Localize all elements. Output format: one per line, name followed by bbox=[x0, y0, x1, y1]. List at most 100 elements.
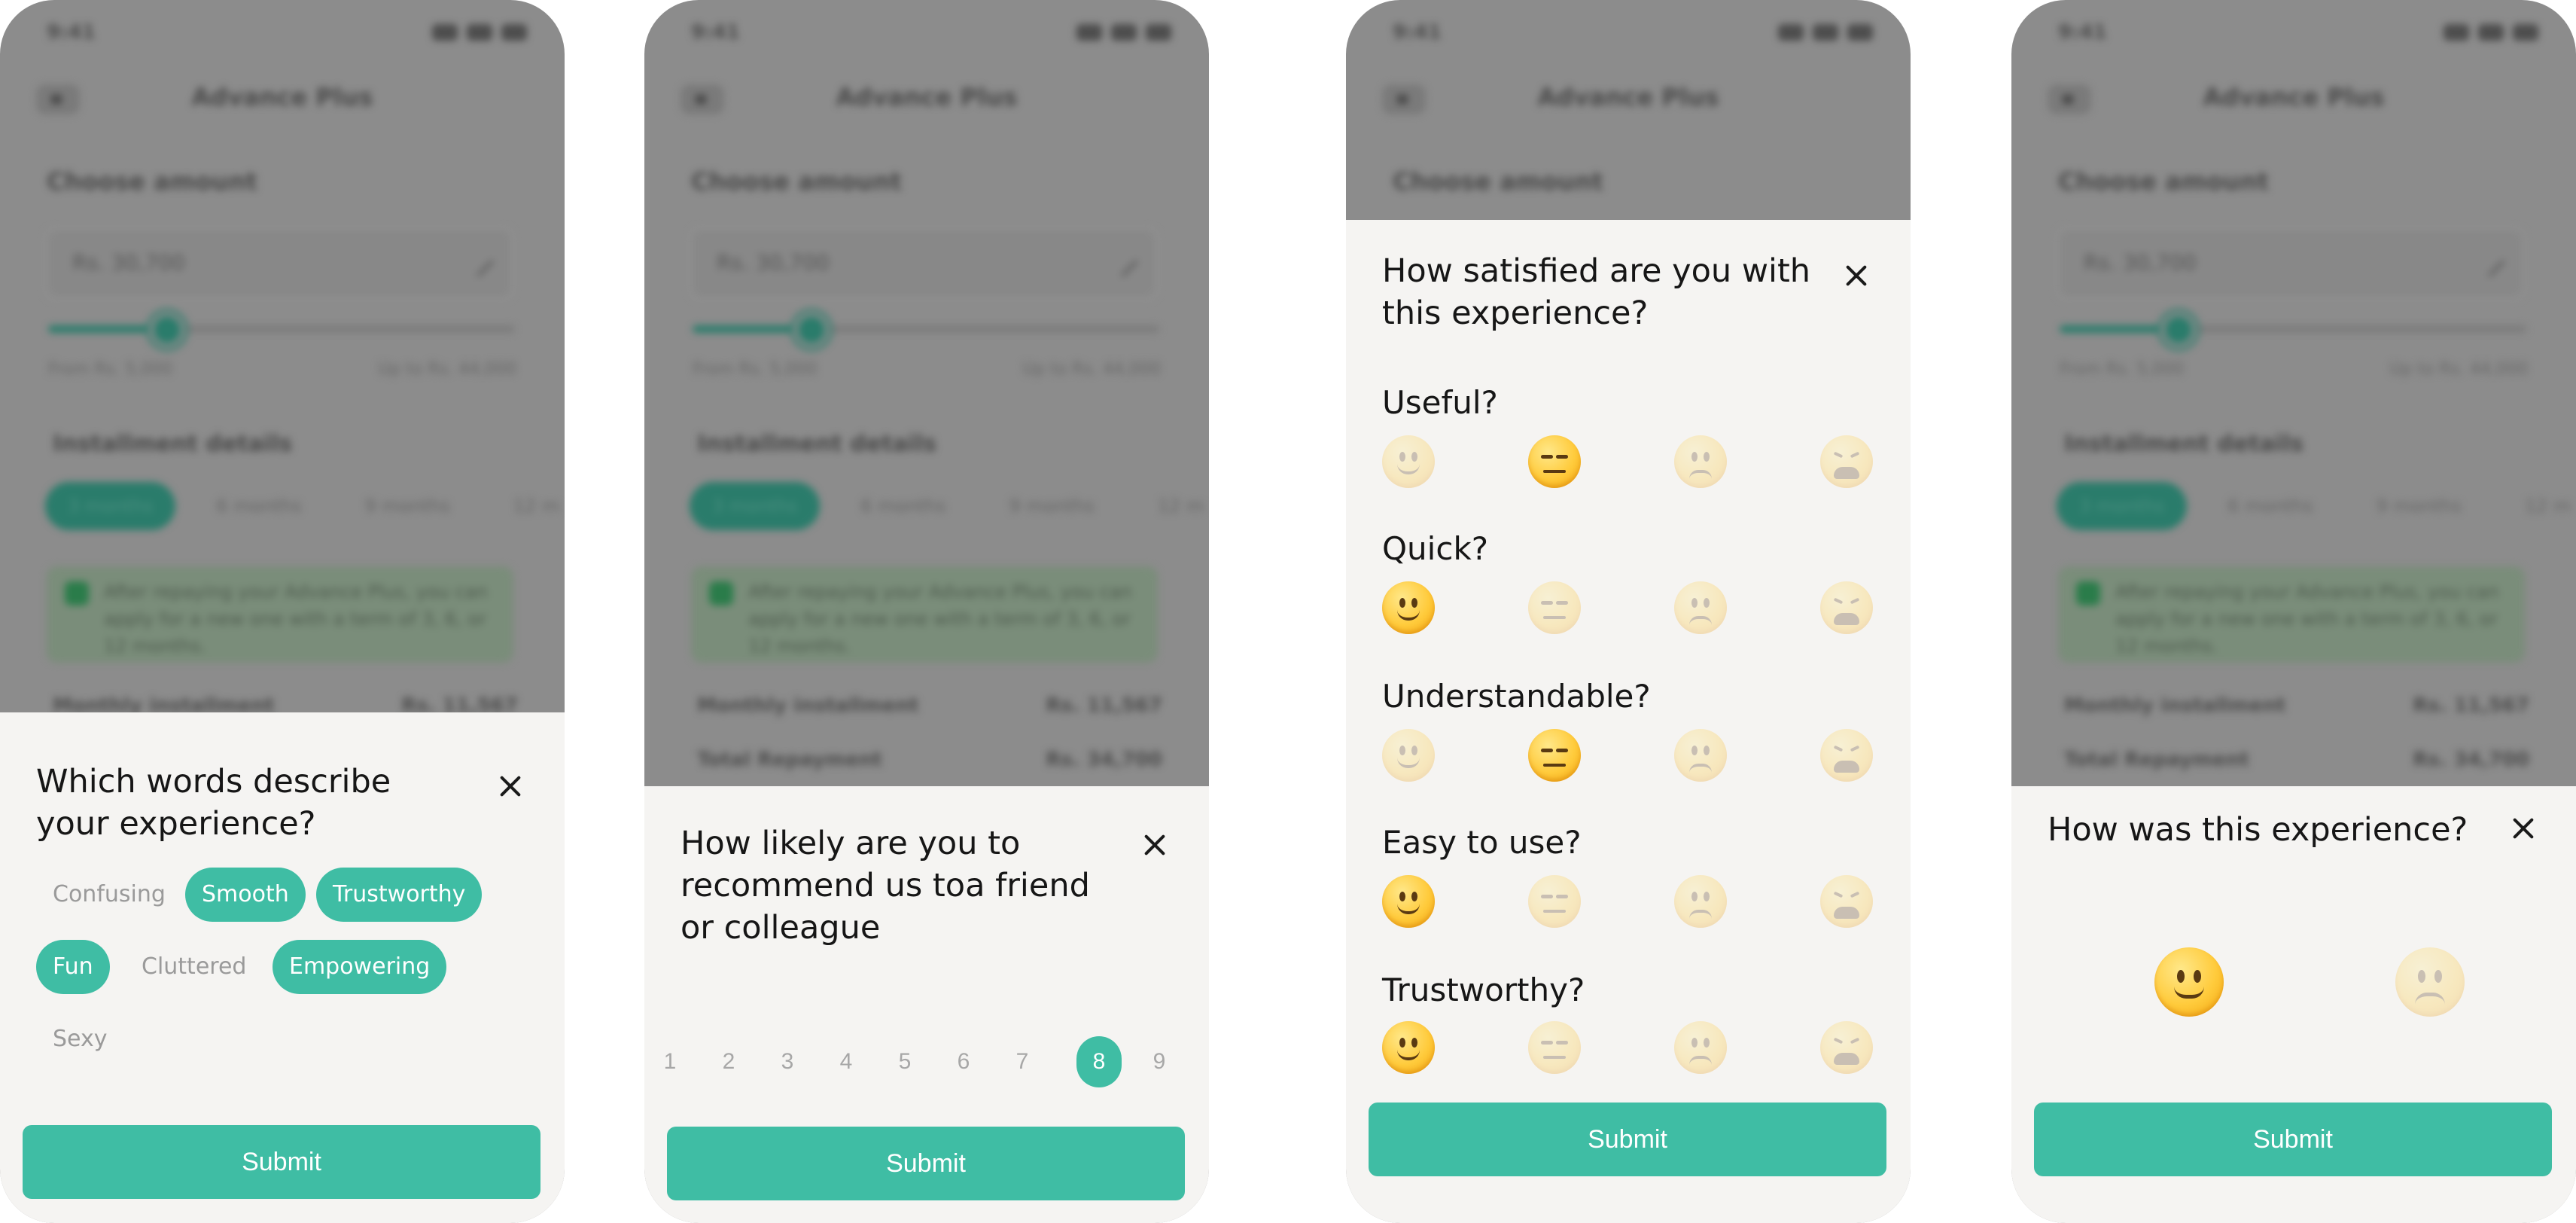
slider-min-label: From Rs. 5,000 bbox=[48, 360, 173, 379]
amount-value: Rs. 30,700 bbox=[717, 250, 830, 275]
slightly-smiling-face-icon[interactable] bbox=[1382, 581, 1435, 634]
frowning-face-icon[interactable] bbox=[2395, 947, 2465, 1017]
status-icons bbox=[432, 24, 527, 41]
close-icon[interactable] bbox=[495, 771, 525, 801]
monthly-installment-label: Monthly installment bbox=[2064, 694, 2286, 717]
tired-face-icon[interactable] bbox=[1820, 581, 1873, 634]
tenure-chip: 9 months bbox=[364, 496, 450, 517]
submit-button[interactable]: Submit bbox=[23, 1125, 540, 1199]
slider-max-label: Up to Rs. 44,000 bbox=[378, 360, 516, 379]
installment-heading: Installment details bbox=[53, 431, 293, 457]
nps-option-3[interactable]: 3 bbox=[765, 1036, 810, 1087]
monthly-installment-value: Rs. 11,567 bbox=[1046, 694, 1162, 717]
frowning-face-icon[interactable] bbox=[1674, 729, 1727, 782]
tenure-chips: 3 months 6 months 9 months 12 m bbox=[45, 482, 565, 530]
word-chip-smooth[interactable]: Smooth bbox=[185, 868, 306, 922]
signal-icon bbox=[1076, 24, 1102, 41]
pencil-icon bbox=[1108, 247, 1138, 277]
question-useful: Useful? bbox=[1382, 384, 1498, 421]
nps-option-9[interactable]: 9 bbox=[1137, 1036, 1182, 1087]
total-repayment-label: Total Repayment bbox=[2064, 749, 2249, 771]
satisfaction-sheet: How satisfied are you with this experien… bbox=[1346, 220, 1911, 1223]
total-repayment-value: Rs. 34,700 bbox=[2413, 749, 2529, 771]
nps-option-7[interactable]: 7 bbox=[1000, 1036, 1045, 1087]
sheet-title: How was this experience? bbox=[2048, 811, 2468, 849]
check-icon bbox=[709, 581, 733, 605]
nps-option-2[interactable]: 2 bbox=[706, 1036, 751, 1087]
status-icons bbox=[1076, 24, 1171, 41]
nps-option-4[interactable]: 4 bbox=[824, 1036, 869, 1087]
submit-button[interactable]: Submit bbox=[2034, 1103, 2552, 1176]
expressionless-face-icon[interactable] bbox=[1528, 435, 1581, 488]
check-icon bbox=[2076, 581, 2100, 605]
info-note: After repaying your Advance Plus, you ca… bbox=[2058, 566, 2525, 663]
sheet-title: How likely are you to recommend us toa f… bbox=[681, 825, 1090, 947]
amount-slider-fill bbox=[48, 325, 166, 333]
tenure-chips: 3 months 6 months 9 months 12 m bbox=[2057, 482, 2576, 530]
slightly-smiling-face-icon[interactable] bbox=[1382, 1021, 1435, 1074]
battery-icon bbox=[501, 24, 527, 41]
frowning-face-icon[interactable] bbox=[1674, 435, 1727, 488]
expressionless-face-icon[interactable] bbox=[1528, 581, 1581, 634]
tenure-chip: 12 m bbox=[513, 496, 560, 517]
close-icon[interactable] bbox=[1140, 830, 1170, 860]
signal-icon bbox=[432, 24, 458, 41]
nps-option-8[interactable]: 8 bbox=[1076, 1036, 1122, 1087]
word-chip-cluttered[interactable]: Cluttered bbox=[125, 940, 263, 994]
word-chip-sexy[interactable]: Sexy bbox=[36, 1012, 123, 1066]
frowning-face-icon[interactable] bbox=[1674, 581, 1727, 634]
tired-face-icon[interactable] bbox=[1820, 729, 1873, 782]
feedback-sheet: Which words describe your experience? Co… bbox=[0, 712, 565, 1223]
happy-face-icon[interactable] bbox=[2154, 947, 2224, 1017]
total-repayment-row: Total Repayment Rs. 34,700 bbox=[2064, 749, 2529, 771]
amount-value: Rs. 30,700 bbox=[2084, 250, 2197, 275]
amount-slider-fill bbox=[2060, 325, 2177, 333]
tired-face-icon[interactable] bbox=[1820, 875, 1873, 928]
status-icons bbox=[1778, 24, 1873, 41]
nps-option-6[interactable]: 6 bbox=[941, 1036, 986, 1087]
expressionless-face-icon[interactable] bbox=[1528, 1021, 1581, 1074]
phone-screen-satisfaction: 9:41 Advance Plus Choose amount How sati… bbox=[1346, 0, 1911, 1223]
word-chip-empowering[interactable]: Empowering bbox=[273, 940, 447, 994]
frowning-face-icon[interactable] bbox=[1674, 1021, 1727, 1074]
app-title: Advance Plus bbox=[1537, 83, 1719, 111]
word-chip-fun[interactable]: Fun bbox=[36, 940, 110, 994]
close-icon[interactable] bbox=[2508, 813, 2538, 843]
tenure-chip: 3 months bbox=[690, 482, 821, 530]
frowning-face-icon[interactable] bbox=[1674, 875, 1727, 928]
tenure-chips: 3 months 6 months 9 months 12 m bbox=[690, 482, 1209, 530]
tired-face-icon[interactable] bbox=[1820, 435, 1873, 488]
status-time: 9:41 bbox=[2058, 21, 2107, 44]
slider-max-label: Up to Rs. 44,000 bbox=[2389, 360, 2528, 379]
slightly-smiling-face-icon[interactable] bbox=[1382, 875, 1435, 928]
nps-option-1[interactable]: 1 bbox=[647, 1036, 693, 1087]
word-chip-confusing[interactable]: Confusing bbox=[36, 868, 182, 922]
installment-heading: Installment details bbox=[2064, 431, 2304, 457]
submit-button[interactable]: Submit bbox=[1369, 1103, 1886, 1176]
monthly-installment-value: Rs. 11,567 bbox=[2413, 694, 2529, 717]
tired-face-icon[interactable] bbox=[1820, 1021, 1873, 1074]
app-title: Advance Plus bbox=[191, 83, 373, 111]
battery-icon bbox=[1847, 24, 1873, 41]
nps-option-5[interactable]: 5 bbox=[882, 1036, 927, 1087]
slightly-smiling-face-icon[interactable] bbox=[1382, 435, 1435, 488]
sheet-title: Which words describe your experience? bbox=[36, 763, 391, 843]
phone-screen-experience-rating: 9:41 Advance Plus Choose amount Rs. 30,7… bbox=[2011, 0, 2576, 1223]
word-chip-trustworthy[interactable]: Trustworthy bbox=[316, 868, 483, 922]
expressionless-face-icon[interactable] bbox=[1528, 875, 1581, 928]
close-icon[interactable] bbox=[1841, 261, 1871, 291]
phone-screen-word-feedback: 9:41 Advance Plus Choose amount Rs. 30,7… bbox=[0, 0, 565, 1223]
tenure-chip: 3 months bbox=[45, 482, 176, 530]
tenure-chip: 12 m bbox=[2524, 496, 2571, 517]
experience-sheet: How was this experience? Submit bbox=[2011, 786, 2576, 1223]
monthly-installment-row: Monthly installment Rs. 11,567 bbox=[2064, 694, 2529, 717]
tenure-chip: 3 months bbox=[2057, 482, 2188, 530]
amount-slider-track bbox=[693, 325, 1159, 333]
expressionless-face-icon[interactable] bbox=[1528, 729, 1581, 782]
check-icon bbox=[65, 581, 89, 605]
background-app: 9:41 Advance Plus Choose amount Rs. 30,7… bbox=[644, 0, 1209, 828]
slightly-smiling-face-icon[interactable] bbox=[1382, 729, 1435, 782]
submit-button[interactable]: Submit bbox=[667, 1127, 1185, 1200]
total-repayment-row: Total Repayment Rs. 34,700 bbox=[697, 749, 1162, 771]
question-easy-to-use: Easy to use? bbox=[1382, 824, 1582, 861]
